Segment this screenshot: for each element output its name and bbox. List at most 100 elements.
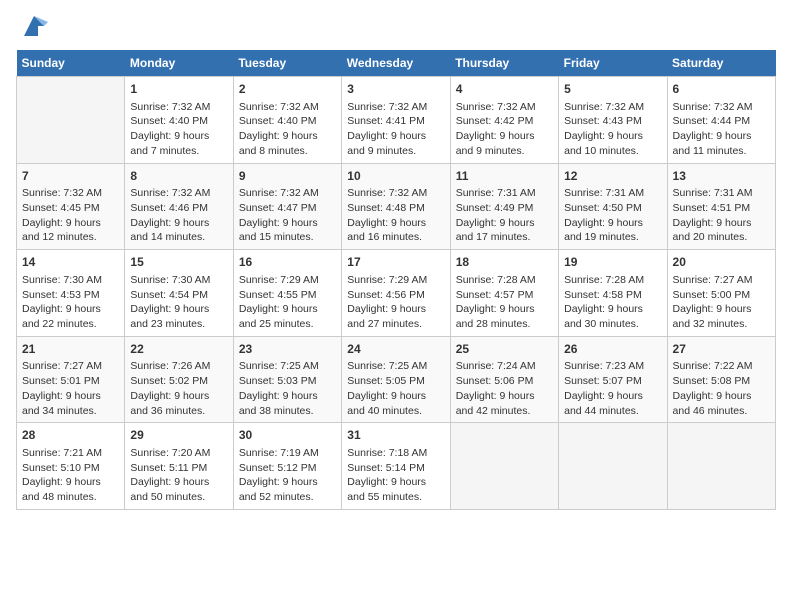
cell-info: Sunrise: 7:32 AMSunset: 4:43 PMDaylight:… xyxy=(564,100,661,159)
cell-info: Sunrise: 7:27 AMSunset: 5:00 PMDaylight:… xyxy=(673,273,770,332)
calendar-cell: 16 Sunrise: 7:29 AMSunset: 4:55 PMDayligh… xyxy=(233,250,341,337)
calendar-cell xyxy=(667,423,775,510)
cell-info: Sunrise: 7:20 AMSunset: 5:11 PMDaylight:… xyxy=(130,446,227,505)
day-number: 24 xyxy=(347,341,444,358)
calendar-cell: 30 Sunrise: 7:19 AMSunset: 5:12 PMDayligh… xyxy=(233,423,341,510)
calendar-cell: 17Sunrise: 7:29 AMSunset: 4:56 PMDayligh… xyxy=(342,250,450,337)
cell-info: Sunrise: 7:32 AMSunset: 4:40 PMDaylight:… xyxy=(130,100,227,159)
day-header-sunday: Sunday xyxy=(17,50,125,77)
day-number: 16 xyxy=(239,254,336,271)
day-number: 21 xyxy=(22,341,119,358)
week-row-5: 28 Sunrise: 7:21 AMSunset: 5:10 PMDayligh… xyxy=(17,423,776,510)
cell-info: Sunrise: 7:27 AMSunset: 5:01 PMDaylight:… xyxy=(22,359,119,418)
calendar-cell: 5 Sunrise: 7:32 AMSunset: 4:43 PMDaylight… xyxy=(559,77,667,164)
page-header xyxy=(16,16,776,40)
calendar-cell: 12Sunrise: 7:31 AMSunset: 4:50 PMDayligh… xyxy=(559,163,667,250)
calendar-cell: 15 Sunrise: 7:30 AMSunset: 4:54 PMDayligh… xyxy=(125,250,233,337)
calendar-cell: 27Sunrise: 7:22 AMSunset: 5:08 PMDayligh… xyxy=(667,336,775,423)
day-number: 20 xyxy=(673,254,770,271)
cell-info: Sunrise: 7:32 AMSunset: 4:45 PMDaylight:… xyxy=(22,186,119,245)
cell-info: Sunrise: 7:31 AMSunset: 4:50 PMDaylight:… xyxy=(564,186,661,245)
logo xyxy=(16,16,48,40)
cell-info: Sunrise: 7:32 AMSunset: 4:41 PMDaylight:… xyxy=(347,100,444,159)
calendar-cell xyxy=(17,77,125,164)
day-header-thursday: Thursday xyxy=(450,50,558,77)
week-row-4: 21Sunrise: 7:27 AMSunset: 5:01 PMDayligh… xyxy=(17,336,776,423)
calendar-cell xyxy=(559,423,667,510)
calendar-cell: 22Sunrise: 7:26 AMSunset: 5:02 PMDayligh… xyxy=(125,336,233,423)
day-header-monday: Monday xyxy=(125,50,233,77)
calendar-cell xyxy=(450,423,558,510)
day-header-saturday: Saturday xyxy=(667,50,775,77)
cell-info: Sunrise: 7:26 AMSunset: 5:02 PMDaylight:… xyxy=(130,359,227,418)
cell-info: Sunrise: 7:32 AMSunset: 4:44 PMDaylight:… xyxy=(673,100,770,159)
cell-info: Sunrise: 7:22 AMSunset: 5:08 PMDaylight:… xyxy=(673,359,770,418)
cell-info: Sunrise: 7:30 AMSunset: 4:54 PMDaylight:… xyxy=(130,273,227,332)
cell-info: Sunrise: 7:32 AMSunset: 4:48 PMDaylight:… xyxy=(347,186,444,245)
cell-info: Sunrise: 7:24 AMSunset: 5:06 PMDaylight:… xyxy=(456,359,553,418)
day-number: 5 xyxy=(564,81,661,98)
calendar-cell: 28 Sunrise: 7:21 AMSunset: 5:10 PMDayligh… xyxy=(17,423,125,510)
cell-info: Sunrise: 7:29 AMSunset: 4:55 PMDaylight:… xyxy=(239,273,336,332)
calendar-cell: 19 Sunrise: 7:28 AMSunset: 4:58 PMDayligh… xyxy=(559,250,667,337)
day-number: 28 xyxy=(22,427,119,444)
day-number: 1 xyxy=(130,81,227,98)
day-number: 27 xyxy=(673,341,770,358)
calendar-table: SundayMondayTuesdayWednesdayThursdayFrid… xyxy=(16,50,776,510)
calendar-cell: 9Sunrise: 7:32 AMSunset: 4:47 PMDaylight… xyxy=(233,163,341,250)
day-number: 18 xyxy=(456,254,553,271)
calendar-cell: 3Sunrise: 7:32 AMSunset: 4:41 PMDaylight… xyxy=(342,77,450,164)
week-row-3: 14 Sunrise: 7:30 AMSunset: 4:53 PMDayligh… xyxy=(17,250,776,337)
calendar-cell: 23Sunrise: 7:25 AMSunset: 5:03 PMDayligh… xyxy=(233,336,341,423)
calendar-cell: 26Sunrise: 7:23 AMSunset: 5:07 PMDayligh… xyxy=(559,336,667,423)
calendar-cell: 8Sunrise: 7:32 AMSunset: 4:46 PMDaylight… xyxy=(125,163,233,250)
day-number: 15 xyxy=(130,254,227,271)
cell-info: Sunrise: 7:21 AMSunset: 5:10 PMDaylight:… xyxy=(22,446,119,505)
cell-info: Sunrise: 7:19 AMSunset: 5:12 PMDaylight:… xyxy=(239,446,336,505)
day-number: 25 xyxy=(456,341,553,358)
day-number: 8 xyxy=(130,168,227,185)
calendar-cell: 21Sunrise: 7:27 AMSunset: 5:01 PMDayligh… xyxy=(17,336,125,423)
day-number: 30 xyxy=(239,427,336,444)
cell-info: Sunrise: 7:32 AMSunset: 4:42 PMDaylight:… xyxy=(456,100,553,159)
day-number: 23 xyxy=(239,341,336,358)
cell-info: Sunrise: 7:25 AMSunset: 5:05 PMDaylight:… xyxy=(347,359,444,418)
cell-info: Sunrise: 7:28 AMSunset: 4:57 PMDaylight:… xyxy=(456,273,553,332)
calendar-cell: 1 Sunrise: 7:32 AMSunset: 4:40 PMDaylight… xyxy=(125,77,233,164)
cell-info: Sunrise: 7:31 AMSunset: 4:49 PMDaylight:… xyxy=(456,186,553,245)
day-number: 6 xyxy=(673,81,770,98)
day-header-wednesday: Wednesday xyxy=(342,50,450,77)
cell-info: Sunrise: 7:32 AMSunset: 4:40 PMDaylight:… xyxy=(239,100,336,159)
cell-info: Sunrise: 7:29 AMSunset: 4:56 PMDaylight:… xyxy=(347,273,444,332)
cell-info: Sunrise: 7:32 AMSunset: 4:46 PMDaylight:… xyxy=(130,186,227,245)
day-number: 19 xyxy=(564,254,661,271)
week-row-2: 7Sunrise: 7:32 AMSunset: 4:45 PMDaylight… xyxy=(17,163,776,250)
cell-info: Sunrise: 7:18 AMSunset: 5:14 PMDaylight:… xyxy=(347,446,444,505)
week-row-1: 1 Sunrise: 7:32 AMSunset: 4:40 PMDaylight… xyxy=(17,77,776,164)
calendar-cell: 14 Sunrise: 7:30 AMSunset: 4:53 PMDayligh… xyxy=(17,250,125,337)
day-number: 4 xyxy=(456,81,553,98)
cell-info: Sunrise: 7:32 AMSunset: 4:47 PMDaylight:… xyxy=(239,186,336,245)
calendar-cell: 11Sunrise: 7:31 AMSunset: 4:49 PMDayligh… xyxy=(450,163,558,250)
calendar-header-row: SundayMondayTuesdayWednesdayThursdayFrid… xyxy=(17,50,776,77)
day-header-friday: Friday xyxy=(559,50,667,77)
calendar-cell: 24Sunrise: 7:25 AMSunset: 5:05 PMDayligh… xyxy=(342,336,450,423)
calendar-cell: 25Sunrise: 7:24 AMSunset: 5:06 PMDayligh… xyxy=(450,336,558,423)
calendar-cell: 31Sunrise: 7:18 AMSunset: 5:14 PMDayligh… xyxy=(342,423,450,510)
cell-info: Sunrise: 7:30 AMSunset: 4:53 PMDaylight:… xyxy=(22,273,119,332)
day-number: 9 xyxy=(239,168,336,185)
calendar-cell: 20 Sunrise: 7:27 AMSunset: 5:00 PMDayligh… xyxy=(667,250,775,337)
calendar-cell: 6 Sunrise: 7:32 AMSunset: 4:44 PMDaylight… xyxy=(667,77,775,164)
cell-info: Sunrise: 7:23 AMSunset: 5:07 PMDaylight:… xyxy=(564,359,661,418)
day-number: 2 xyxy=(239,81,336,98)
calendar-cell: 13Sunrise: 7:31 AMSunset: 4:51 PMDayligh… xyxy=(667,163,775,250)
cell-info: Sunrise: 7:28 AMSunset: 4:58 PMDaylight:… xyxy=(564,273,661,332)
cell-info: Sunrise: 7:31 AMSunset: 4:51 PMDaylight:… xyxy=(673,186,770,245)
day-number: 14 xyxy=(22,254,119,271)
calendar-cell: 4 Sunrise: 7:32 AMSunset: 4:42 PMDaylight… xyxy=(450,77,558,164)
day-number: 10 xyxy=(347,168,444,185)
calendar-cell: 2 Sunrise: 7:32 AMSunset: 4:40 PMDaylight… xyxy=(233,77,341,164)
cell-info: Sunrise: 7:25 AMSunset: 5:03 PMDaylight:… xyxy=(239,359,336,418)
day-number: 12 xyxy=(564,168,661,185)
logo-icon xyxy=(20,12,48,40)
